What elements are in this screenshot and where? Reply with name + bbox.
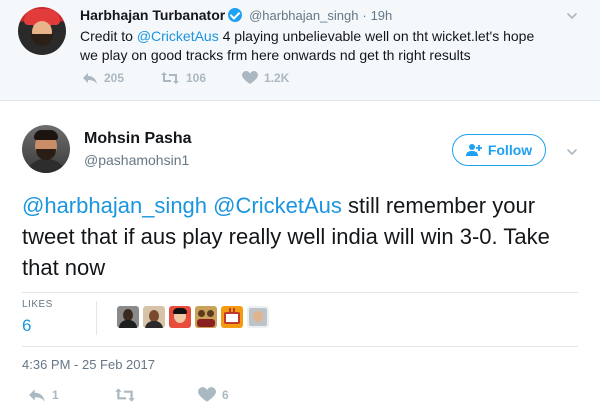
add-user-icon xyxy=(465,144,482,156)
parent-author-handle[interactable]: @harbhajan_singh xyxy=(249,8,358,23)
liker-avatars xyxy=(117,306,269,328)
follow-button[interactable]: Follow xyxy=(452,134,546,166)
reply-count: 205 xyxy=(104,71,125,85)
like-button[interactable]: 6 xyxy=(198,387,229,403)
divider xyxy=(96,301,97,335)
reply-icon xyxy=(29,389,45,402)
parent-tweet-actions: 205 106 1.2K xyxy=(82,71,289,85)
retweet-icon xyxy=(115,388,135,402)
mention-link[interactable]: @CricketAus xyxy=(137,28,219,44)
retweet-button[interactable] xyxy=(114,387,198,403)
parent-tweet-time[interactable]: 19h xyxy=(371,8,393,23)
retweet-icon xyxy=(161,72,179,84)
divider xyxy=(22,346,578,347)
reply-icon xyxy=(83,73,97,84)
chevron-down-icon[interactable] xyxy=(566,146,578,158)
retweet-button[interactable]: 106 xyxy=(160,71,242,85)
liker-avatar[interactable] xyxy=(143,306,165,328)
heart-icon xyxy=(198,387,216,402)
parent-tweet[interactable]: Harbhajan Turbanator @harbhajan_singh · … xyxy=(0,0,600,101)
tweet-actions: 1 6 xyxy=(28,387,229,403)
follow-label: Follow xyxy=(487,142,533,158)
mention-link[interactable]: @harbhajan_singh xyxy=(22,193,207,218)
retweet-count: 106 xyxy=(186,71,207,85)
tweet-text: @harbhajan_singh @CricketAus still remem… xyxy=(22,190,582,283)
like-count: 1.2K xyxy=(264,71,290,85)
liker-avatar[interactable] xyxy=(117,306,139,328)
like-count: 6 xyxy=(222,388,229,402)
author-name[interactable]: Mohsin Pasha xyxy=(84,130,192,148)
likes-label: LIKES xyxy=(22,299,53,310)
heart-icon xyxy=(242,71,258,84)
liker-avatar[interactable] xyxy=(195,306,217,328)
tweet-timestamp[interactable]: 4:36 PM - 25 Feb 2017 xyxy=(22,357,155,372)
liker-avatar[interactable] xyxy=(247,306,269,328)
parent-tweet-header: Harbhajan Turbanator @harbhajan_singh · … xyxy=(80,7,392,23)
parent-text-prefix: Credit to xyxy=(80,28,137,44)
parent-tweet-text: Credit to @CricketAus 4 playing unbeliev… xyxy=(80,27,550,65)
like-button[interactable]: 1.2K xyxy=(242,71,289,85)
chevron-down-icon[interactable] xyxy=(566,10,578,22)
parent-author-name[interactable]: Harbhajan Turbanator xyxy=(80,7,225,23)
reply-button[interactable]: 1 xyxy=(28,387,114,403)
author-handle[interactable]: @pashamohsin1 xyxy=(84,152,189,168)
author-avatar[interactable] xyxy=(22,125,70,173)
header-separator: · xyxy=(362,8,367,23)
likes-count[interactable]: 6 xyxy=(22,316,31,336)
parent-avatar[interactable] xyxy=(18,7,66,55)
reply-count: 1 xyxy=(52,388,59,402)
liker-avatar[interactable] xyxy=(169,306,191,328)
mention-link[interactable]: @CricketAus xyxy=(213,193,342,218)
divider xyxy=(22,292,578,293)
verified-badge-icon xyxy=(228,8,243,22)
liker-avatar[interactable] xyxy=(221,306,243,328)
reply-button[interactable]: 205 xyxy=(82,71,160,85)
